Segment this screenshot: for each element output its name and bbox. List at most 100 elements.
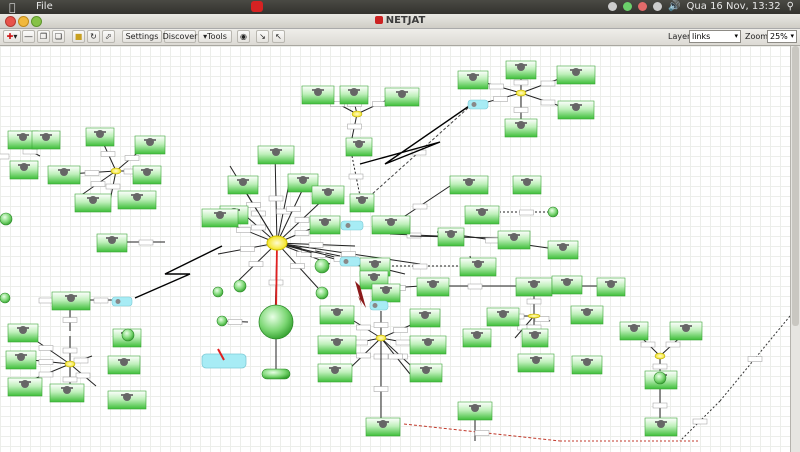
refresh-icon: ↻ xyxy=(90,32,97,41)
lock-button[interactable]: ■ xyxy=(72,30,85,43)
link-speed-label xyxy=(62,376,78,383)
device-node[interactable] xyxy=(233,279,247,293)
pointer-tool-button[interactable]: ⬀ xyxy=(102,30,115,43)
device-icon xyxy=(370,273,378,281)
hub-node[interactable] xyxy=(654,352,666,360)
link-speed-label xyxy=(467,283,483,290)
network-cloud[interactable] xyxy=(467,99,489,110)
power-icon[interactable] xyxy=(608,2,618,11)
device-icon xyxy=(371,260,379,268)
find-button[interactable]: ◉ xyxy=(237,30,250,43)
device-node[interactable] xyxy=(314,258,330,274)
device-node[interactable] xyxy=(547,206,559,218)
hub-node[interactable] xyxy=(351,110,363,118)
device-icon xyxy=(530,280,538,288)
speaker-icon xyxy=(372,303,378,308)
network-icon[interactable] xyxy=(623,2,633,11)
device-node[interactable] xyxy=(0,212,13,226)
device-node[interactable] xyxy=(212,286,224,298)
network-map[interactable] xyxy=(0,46,790,452)
lock-icon: ■ xyxy=(74,32,83,41)
copy-button[interactable]: ❐ xyxy=(37,30,50,43)
plus-icon: ✚ xyxy=(6,32,14,41)
device-icon xyxy=(387,218,395,226)
hub-node[interactable] xyxy=(64,360,76,368)
zoom-select[interactable]: 25% ▾ xyxy=(767,30,797,43)
settings-button[interactable]: Settings xyxy=(122,30,162,43)
core-switch-node[interactable] xyxy=(258,304,294,340)
link-speed-label xyxy=(356,324,371,331)
clock-text[interactable]: Qua 16 Nov, 13:32 xyxy=(687,1,781,12)
hub-node[interactable] xyxy=(375,334,387,342)
link-speed-label xyxy=(519,209,534,216)
link-speed-label xyxy=(286,206,301,212)
router-node[interactable] xyxy=(261,368,291,380)
mail-icon[interactable] xyxy=(638,2,648,11)
hub-node[interactable] xyxy=(110,167,122,175)
link-speed-label xyxy=(412,203,428,210)
tools-menu-button[interactable]: ▾Tools xyxy=(198,30,232,43)
device-icon xyxy=(583,308,591,316)
network-cloud[interactable] xyxy=(339,256,361,267)
link-speed-label xyxy=(513,107,529,113)
speaker-icon xyxy=(115,299,121,304)
link-speed-label xyxy=(652,363,668,370)
device-icon xyxy=(133,193,141,201)
device-node[interactable] xyxy=(121,328,135,342)
link-speed-label xyxy=(62,317,78,323)
device-node[interactable] xyxy=(315,286,329,300)
expand-button[interactable]: ↖ xyxy=(272,30,285,43)
device-icon xyxy=(531,331,539,339)
network-cloud[interactable] xyxy=(340,220,364,231)
device-icon xyxy=(239,178,247,186)
shrink-icon: ↘ xyxy=(259,32,266,41)
device-icon xyxy=(60,168,68,176)
device-icon xyxy=(563,278,571,286)
link-speed-label xyxy=(62,347,78,354)
device-icon xyxy=(123,393,131,401)
link-speed-label xyxy=(38,345,54,351)
device-node[interactable] xyxy=(653,371,667,385)
link-speed-label xyxy=(474,430,490,436)
add-node-button[interactable]: ✚ ▾ xyxy=(3,30,21,43)
cut-button[interactable]: ― xyxy=(22,30,35,43)
vertical-scrollbar[interactable] xyxy=(790,46,800,452)
device-icon xyxy=(572,68,580,76)
device-icon xyxy=(299,176,307,184)
device-icon xyxy=(523,178,531,186)
device-node[interactable] xyxy=(216,315,228,327)
link-speed-label xyxy=(240,246,255,252)
scrollbar-thumb[interactable] xyxy=(792,46,799,326)
file-menu[interactable]: File xyxy=(36,1,53,12)
network-canvas[interactable] xyxy=(0,46,790,452)
link-speed-label xyxy=(38,371,54,378)
device-icon xyxy=(499,310,507,318)
device-icon xyxy=(324,188,332,196)
paste-button[interactable]: ❏ xyxy=(52,30,65,43)
search-icon[interactable]: ⚲ xyxy=(787,1,794,12)
network-cloud[interactable] xyxy=(111,296,133,307)
device-icon xyxy=(67,294,75,302)
device-node[interactable] xyxy=(0,292,11,304)
device-icon xyxy=(89,196,97,204)
link-speed-label xyxy=(0,153,10,160)
central-hub[interactable] xyxy=(266,235,288,251)
shrink-button[interactable]: ↘ xyxy=(256,30,269,43)
device-icon xyxy=(583,358,591,366)
link-speed-label xyxy=(485,237,500,244)
device-icon xyxy=(607,280,615,288)
apple-icon[interactable]:  xyxy=(9,1,16,14)
link-speed-label xyxy=(341,251,356,257)
bluetooth-icon[interactable] xyxy=(653,2,663,11)
internet-cloud[interactable] xyxy=(201,353,247,369)
refresh-button[interactable]: ↻ xyxy=(87,30,100,43)
discover-button[interactable]: Discover xyxy=(163,30,197,43)
volume-icon[interactable]: 🔊 xyxy=(668,1,680,12)
link-speed-label xyxy=(540,80,556,87)
nodes-layer xyxy=(0,60,703,437)
layer-select[interactable]: links ▾ xyxy=(689,30,741,43)
hub-node[interactable] xyxy=(515,89,527,97)
hub-node[interactable] xyxy=(527,313,541,319)
device-icon xyxy=(20,163,28,171)
app-tray-icon[interactable] xyxy=(251,1,263,12)
